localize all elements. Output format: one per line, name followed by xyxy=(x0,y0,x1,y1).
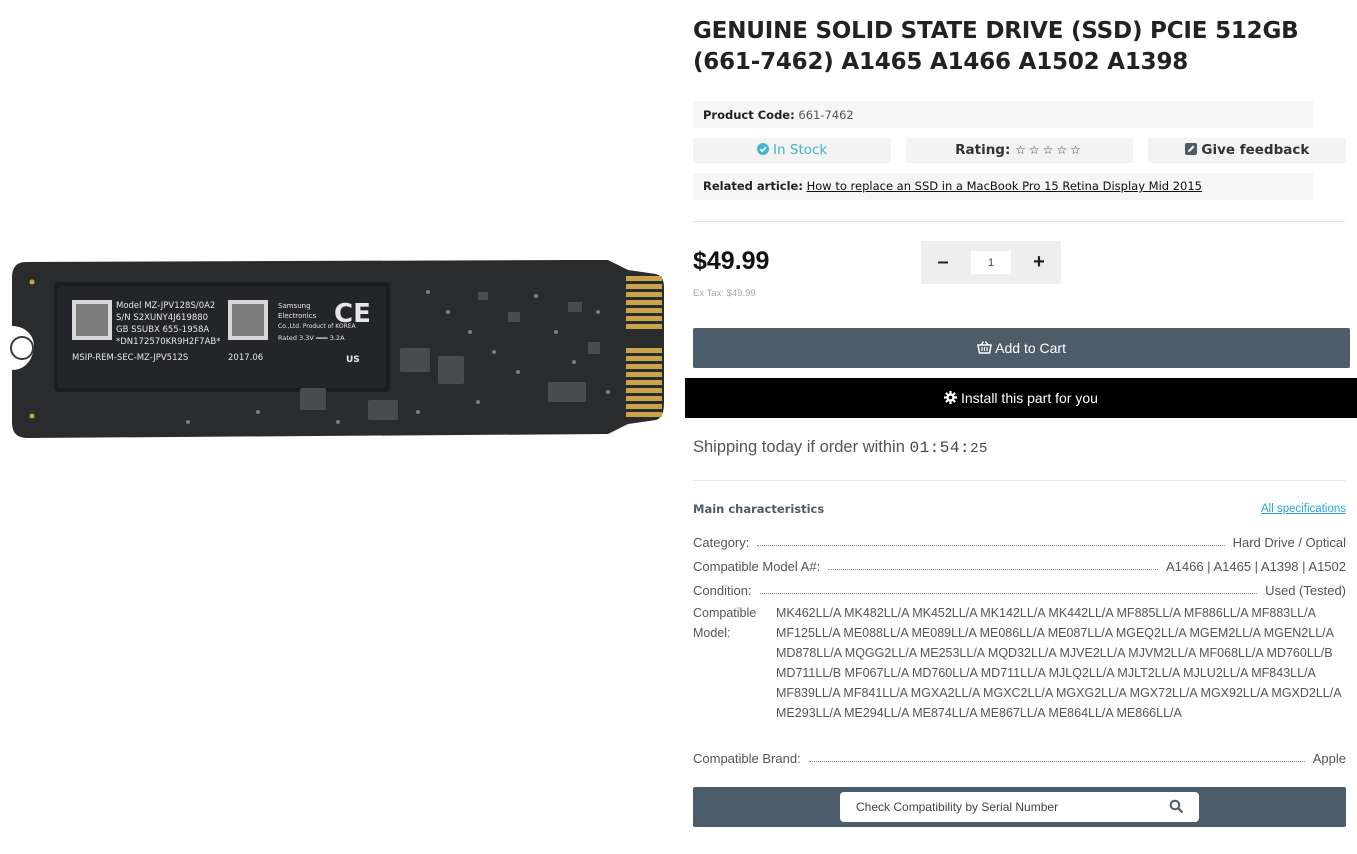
sticker-model-text: Model MZ-JPV128S/0A2 xyxy=(116,301,215,311)
countdown-seconds: 25 xyxy=(970,441,988,457)
sticker-us-mark: US xyxy=(346,355,360,365)
gear-icon xyxy=(944,390,961,406)
product-code-label: Product Code: xyxy=(703,108,795,122)
price: $49.99 xyxy=(693,247,770,275)
divider xyxy=(693,480,1346,481)
divider xyxy=(693,221,1346,222)
spec-value: MK462LL/A MK482LL/A MK452LL/A MK142LL/A … xyxy=(776,606,1341,720)
spec-leader xyxy=(808,761,1305,762)
product-title: GENUINE SOLID STATE DRIVE (SSD) PCIE 512… xyxy=(693,18,1299,75)
related-article-row: Related article: How to replace an SSD i… xyxy=(693,173,1313,200)
spec-value: A1466 | A1465 | A1398 | A1502 xyxy=(1165,559,1346,574)
sticker-rated-text: Rated 3.3V ═══ 3.2A xyxy=(278,334,345,342)
sticker-sn-text: S/N S2XUNY4J619880 xyxy=(116,313,208,323)
countdown-sep: : xyxy=(929,439,940,457)
product-code-row: Product Code: 661-7462 xyxy=(693,101,1313,128)
check-circle-icon xyxy=(756,142,773,158)
spec-leader xyxy=(759,593,1258,594)
add-to-cart-label: Add to Cart xyxy=(995,340,1066,356)
spec-key: Compatible Model: xyxy=(693,606,757,640)
related-article-label: Related article: xyxy=(703,179,803,193)
compatibility-check-bar xyxy=(693,787,1346,827)
search-icon[interactable] xyxy=(1169,799,1185,815)
rating-label: Rating: xyxy=(955,142,1011,158)
spec-key: Category: xyxy=(693,535,750,550)
qty-decrease-button[interactable]: – xyxy=(923,241,963,284)
spec-leader xyxy=(757,545,1225,546)
spec-row-model-number: Compatible Model A#: A1466 | A1465 | A13… xyxy=(693,556,1346,574)
edit-icon xyxy=(1184,142,1202,158)
spec-key: Compatible Model A#: xyxy=(693,559,821,574)
spec-value: Hard Drive / Optical xyxy=(1232,535,1346,550)
qty-input[interactable] xyxy=(971,251,1011,274)
sticker-ce-mark: CE xyxy=(334,299,371,329)
sticker-dn-text: *DN172570KR9H2F7AB* xyxy=(116,337,220,347)
spec-key: Condition: xyxy=(693,583,752,598)
related-article-link[interactable]: How to replace an SSD in a MacBook Pro 1… xyxy=(807,179,1202,193)
all-specifications-link[interactable]: All specifications xyxy=(1261,503,1346,515)
main-characteristics-heading: Main characteristics xyxy=(693,502,825,516)
spec-leader xyxy=(828,569,1158,570)
basket-icon xyxy=(977,340,995,356)
spec-key: Compatible Brand: xyxy=(693,751,801,766)
spec-value: Apple xyxy=(1312,751,1346,766)
stock-status: In Stock xyxy=(693,138,891,163)
spec-row-condition: Condition: Used (Tested) xyxy=(693,580,1346,598)
add-to-cart-button[interactable]: Add to Cart xyxy=(693,328,1350,368)
install-part-label: Install this part for you xyxy=(960,390,1098,406)
stock-label: In Stock xyxy=(773,142,828,158)
shipping-countdown: Shipping today if order within 01:54:25 xyxy=(693,438,988,457)
shipping-text: Shipping today if order within xyxy=(693,438,910,456)
give-feedback-button[interactable]: Give feedback xyxy=(1148,138,1346,163)
sticker-maker2-text: Electronics xyxy=(278,312,317,320)
give-feedback-label: Give feedback xyxy=(1201,142,1310,158)
sticker-maker-text: Samsung xyxy=(278,302,311,310)
product-code-value: 661-7462 xyxy=(798,108,854,122)
sticker-date-text: 2017.06 xyxy=(228,353,263,363)
quantity-stepper: – + xyxy=(921,241,1061,284)
qty-increase-button[interactable]: + xyxy=(1019,241,1059,284)
product-image: Model MZ-JPV128S/0A2 S/N S2XUNY4J619880 … xyxy=(10,260,664,438)
spec-row-category: Category: Hard Drive / Optical xyxy=(693,532,1346,550)
countdown-sep: : xyxy=(959,439,971,457)
serial-number-input[interactable] xyxy=(840,792,1199,822)
rating-stars[interactable]: ☆☆☆☆☆ xyxy=(1015,143,1084,157)
install-part-button[interactable]: Install this part for you xyxy=(685,378,1357,418)
sticker-gb-text: GB SSUBX 655-1958A xyxy=(116,325,209,335)
countdown-minutes: 54 xyxy=(939,439,960,457)
sticker-msip-text: MSIP-REM-SEC-MZ-JPV512S xyxy=(72,353,188,363)
spec-value: Used (Tested) xyxy=(1265,583,1346,598)
rating[interactable]: Rating: ☆☆☆☆☆ xyxy=(906,138,1133,163)
ex-tax-price: Ex Tax: $49.99 xyxy=(693,288,756,299)
countdown-hours: 01 xyxy=(909,439,930,457)
spec-row-brand: Compatible Brand: Apple xyxy=(693,748,1346,766)
